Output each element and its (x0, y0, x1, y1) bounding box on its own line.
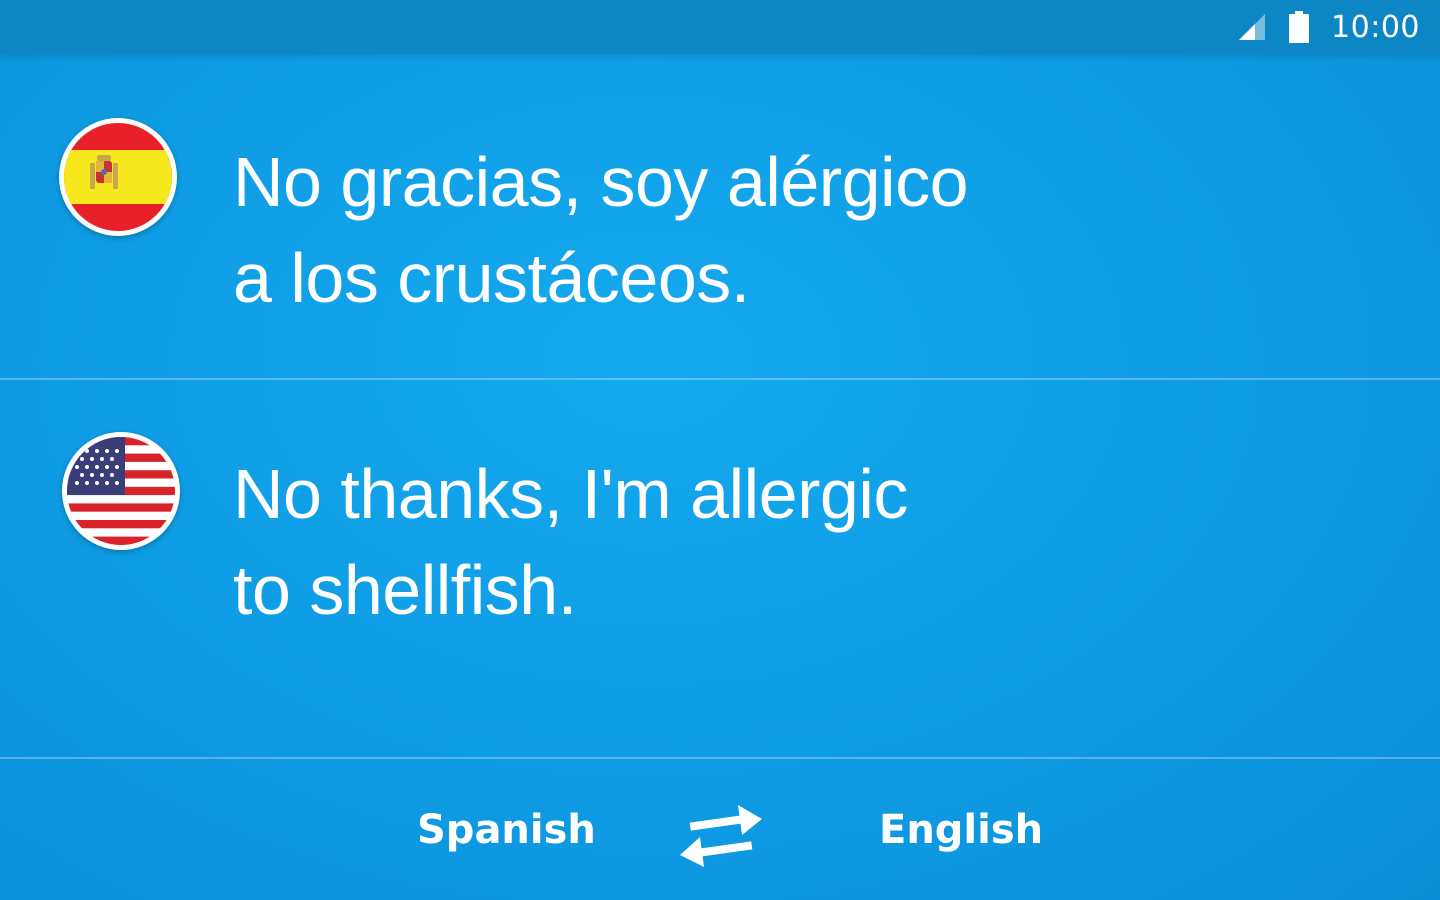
spain-flag-icon (59, 118, 177, 236)
target-phrase-text: No thanks, I'm allergic to shellfish. (233, 455, 908, 629)
us-flag-icon (62, 432, 180, 550)
status-icons: 10:00 (1237, 0, 1420, 54)
signal-icon (1237, 12, 1267, 42)
target-language-button[interactable]: English (879, 807, 1043, 857)
battery-icon (1289, 11, 1310, 43)
swap-languages-button[interactable] (676, 803, 766, 869)
language-bar: Spanish English (0, 759, 1440, 900)
status-time: 10:00 (1331, 9, 1420, 45)
status-bar: 10:00 (0, 0, 1440, 54)
target-phrase-row[interactable]: No thanks, I'm allergic to shellfish. (0, 380, 1440, 756)
source-language-button[interactable]: Spanish (417, 807, 596, 857)
source-phrase-text: No gracias, soy alérgico a los crustáceo… (233, 143, 969, 317)
source-phrase-row[interactable]: No gracias, soy alérgico a los crustáceo… (0, 54, 1440, 378)
swap-arrows-icon (676, 803, 766, 869)
